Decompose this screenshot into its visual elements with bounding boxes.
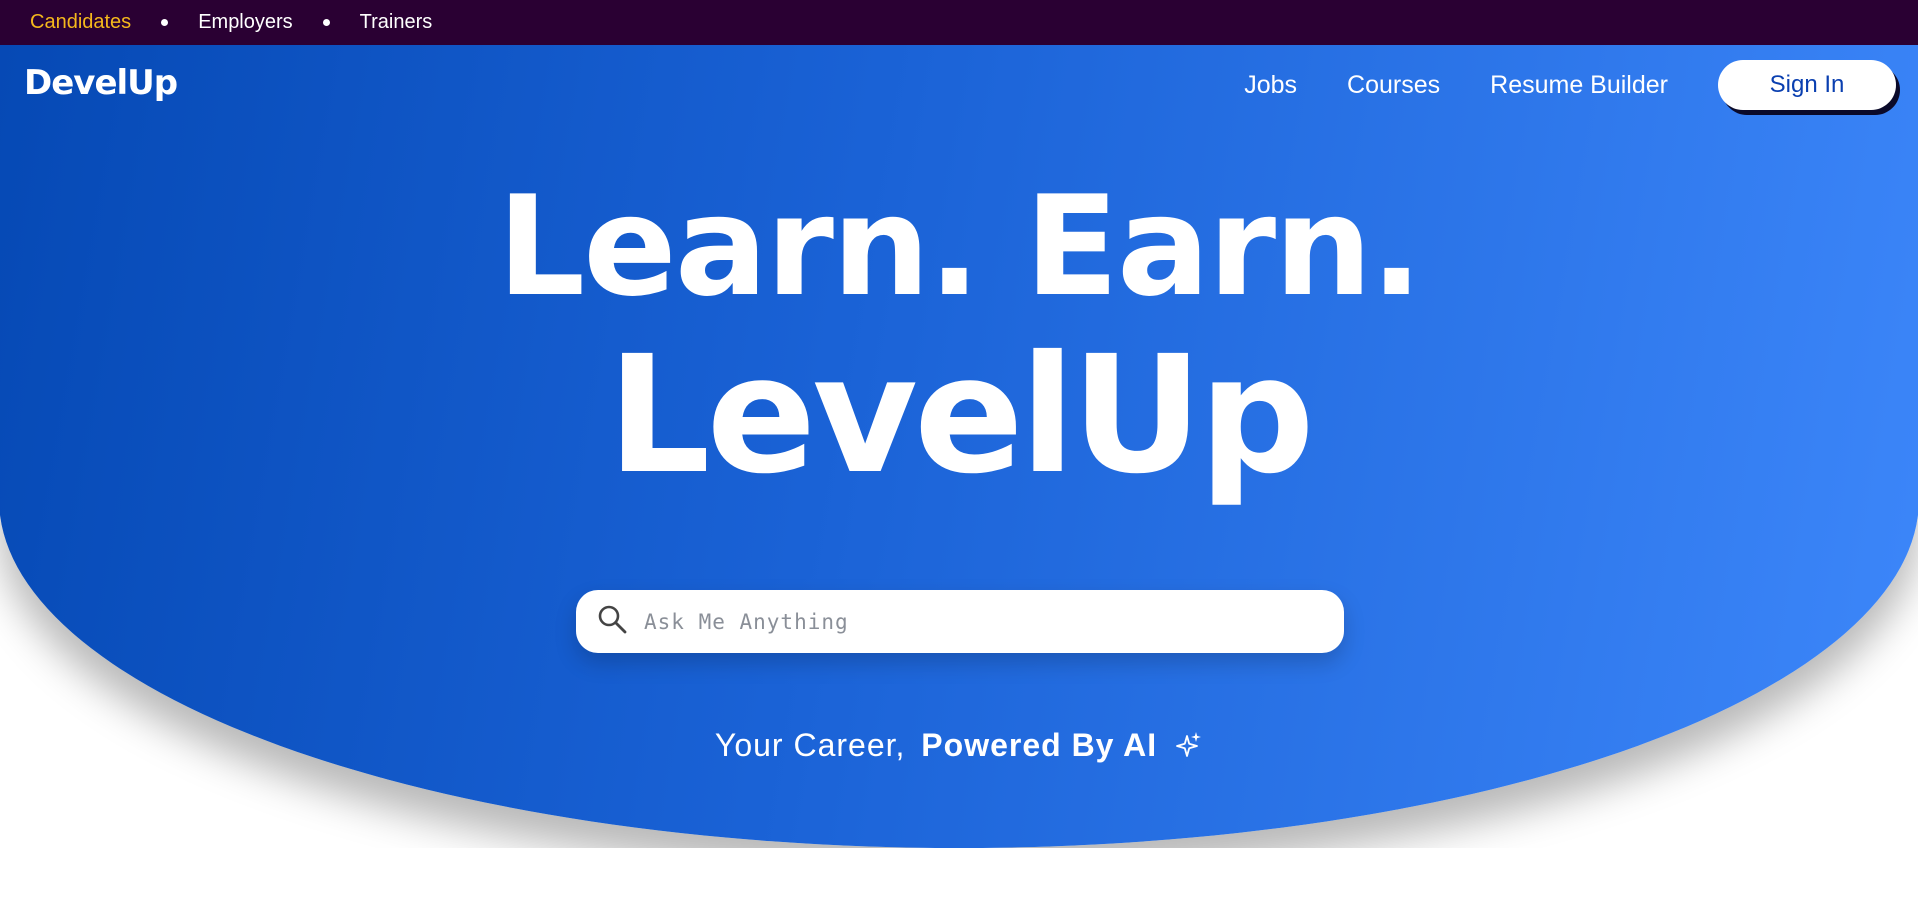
audience-bar: Candidates Employers Trainers — [0, 0, 1918, 45]
sign-in-button[interactable]: Sign In — [1718, 60, 1896, 110]
sparkle-icon — [1176, 732, 1202, 757]
hero-headline-line1: Learn. Earn. — [497, 166, 1423, 327]
hero-section: DevelUp Jobs Courses Resume Builder Sign… — [0, 45, 1918, 848]
tagline-prefix: Your Career, — [714, 727, 906, 763]
audience-candidates-link[interactable]: Candidates — [30, 11, 131, 34]
search-input[interactable] — [642, 608, 1322, 635]
audience-trainers-link[interactable]: Trainers — [360, 11, 433, 34]
tagline-emphasis: Powered By AI — [921, 727, 1158, 763]
ask-search-bar[interactable] — [576, 590, 1344, 653]
audience-employers-link[interactable]: Employers — [198, 11, 292, 34]
nav-jobs-link[interactable]: Jobs — [1244, 71, 1297, 100]
main-nav: Jobs Courses Resume Builder Sign In — [1244, 60, 1896, 110]
search-icon — [596, 603, 628, 640]
separator-dot — [322, 19, 330, 26]
hero-tagline: Your Career, Powered By AI — [0, 727, 1918, 764]
nav-courses-link[interactable]: Courses — [1347, 71, 1440, 100]
nav-resume-builder-link[interactable]: Resume Builder — [1490, 71, 1668, 100]
brand-logo[interactable]: DevelUp — [24, 63, 178, 103]
hero-headline-line2: LevelUp — [607, 322, 1315, 510]
separator-dot — [161, 19, 169, 26]
